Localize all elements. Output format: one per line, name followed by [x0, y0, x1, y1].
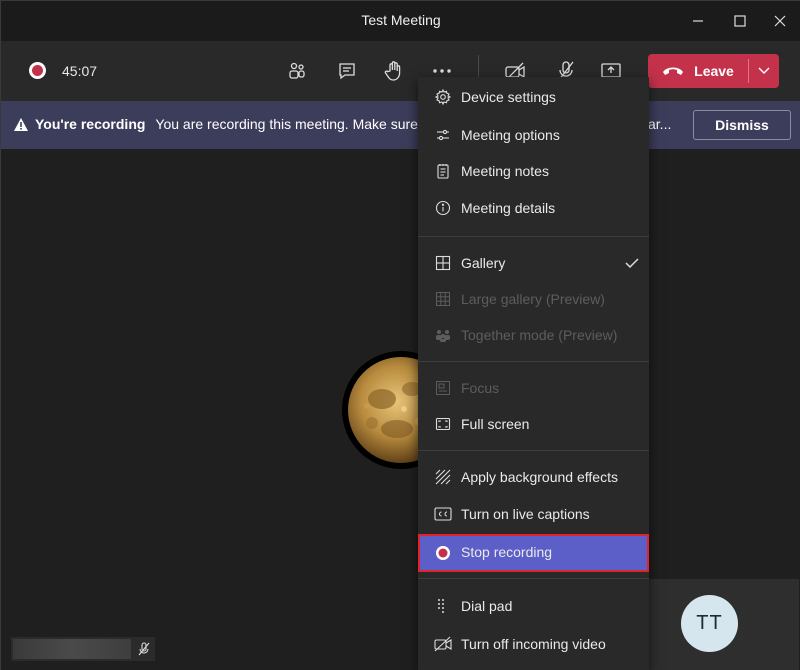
- menu-item-meeting-notes[interactable]: Meeting notes: [418, 153, 649, 189]
- video-stage: TT: [1, 149, 800, 670]
- leave-options-button[interactable]: [749, 54, 779, 88]
- chevron-down-icon: [758, 67, 770, 74]
- menu-item-label: Apply background effects: [461, 469, 618, 485]
- banner-text: You're recording You are recording this …: [13, 116, 426, 132]
- menu-item-meeting-options[interactable]: Meeting options: [418, 117, 649, 153]
- leave-button[interactable]: Leave: [648, 54, 748, 88]
- raise-hand-button[interactable]: [380, 57, 408, 85]
- chat-button[interactable]: [333, 57, 361, 85]
- sliders-icon: [434, 126, 452, 144]
- maximize-icon: [734, 15, 746, 27]
- notes-icon: [434, 162, 452, 180]
- menu-item-label: Meeting notes: [461, 163, 549, 179]
- menu-item-together-mode: Together mode (Preview): [418, 317, 649, 353]
- leave-label: Leave: [694, 63, 734, 79]
- menu-item-meeting-details[interactable]: Meeting details: [418, 190, 649, 226]
- minimize-icon: [693, 20, 703, 22]
- minimize-button[interactable]: [678, 1, 718, 41]
- banner-message: You are recording this meeting. Make sur…: [155, 116, 426, 132]
- self-avatar: TT: [681, 595, 738, 652]
- title-bar: Test Meeting: [1, 1, 800, 41]
- menu-item-stop-recording[interactable]: Stop recording: [418, 534, 649, 572]
- meeting-window: Test Meeting 45:07 Leave You're recordin…: [0, 0, 800, 670]
- menu-divider: [418, 361, 649, 362]
- menu-item-label: Full screen: [461, 416, 530, 432]
- large-grid-icon: [434, 290, 452, 308]
- close-button[interactable]: [760, 1, 800, 41]
- menu-item-label: Dial pad: [461, 598, 513, 614]
- menu-item-label: Gallery: [461, 255, 506, 271]
- menu-item-label: Focus: [461, 380, 500, 396]
- menu-item-incoming-video[interactable]: Turn off incoming video: [418, 626, 649, 662]
- people-icon: [289, 62, 305, 79]
- menu-item-label: Stop recording: [461, 544, 553, 560]
- menu-item-label: Meeting details: [461, 200, 556, 216]
- gear-icon: [434, 88, 452, 106]
- meeting-timer: 45:07: [62, 63, 98, 79]
- menu-item-large-gallery: Large gallery (Preview): [418, 281, 649, 317]
- more-actions-menu: Device settings Meeting options Meeting …: [418, 77, 649, 670]
- menu-item-label: Large gallery (Preview): [461, 291, 605, 307]
- participant-name-redacted: [13, 639, 131, 659]
- mic-off-icon: [138, 642, 150, 656]
- menu-item-gallery[interactable]: Gallery: [418, 245, 649, 281]
- more-icon: [433, 69, 451, 73]
- menu-item-background-effects[interactable]: Apply background effects: [418, 459, 649, 495]
- menu-item-label: Device settings: [461, 89, 556, 105]
- maximize-button[interactable]: [720, 1, 760, 41]
- recording-indicator-icon: [29, 62, 46, 79]
- recording-banner: You're recording You are recording this …: [1, 101, 800, 149]
- people-button[interactable]: [283, 57, 311, 85]
- meeting-toolbar: 45:07 Leave: [1, 41, 800, 101]
- menu-item-label: Turn on live captions: [461, 506, 590, 522]
- dialpad-icon: [434, 597, 452, 615]
- video-off-icon: [434, 635, 452, 653]
- menu-item-label: Meeting options: [461, 127, 560, 143]
- chat-icon: [339, 63, 355, 80]
- banner-message-tail: ar...: [648, 116, 672, 132]
- fullscreen-icon: [434, 415, 452, 433]
- info-icon: [434, 199, 452, 217]
- participant-namebar: [11, 637, 155, 661]
- focus-icon: [434, 379, 452, 397]
- close-icon: [774, 15, 786, 27]
- menu-item-label: Together mode (Preview): [461, 327, 618, 343]
- menu-item-live-captions[interactable]: Turn on live captions: [418, 496, 649, 532]
- menu-item-focus: Focus: [418, 370, 649, 406]
- record-icon: [434, 544, 452, 562]
- dismiss-button[interactable]: Dismiss: [693, 110, 791, 140]
- checkmark-icon: [625, 258, 639, 269]
- self-video-tile: TT: [649, 579, 799, 670]
- menu-item-dial-pad[interactable]: Dial pad: [418, 588, 649, 624]
- menu-item-label: Turn off incoming video: [461, 636, 606, 652]
- raise-hand-icon: [384, 61, 401, 81]
- menu-divider: [418, 578, 649, 579]
- participant-mic-status: [135, 640, 153, 658]
- captions-icon: [434, 505, 452, 523]
- menu-divider: [418, 236, 649, 237]
- menu-divider: [418, 450, 649, 451]
- phone-hangup-icon: [663, 67, 684, 75]
- warning-icon: [14, 117, 28, 131]
- grid-icon: [434, 254, 452, 272]
- background-effects-icon: [434, 468, 452, 486]
- banner-title: You're recording: [35, 116, 146, 132]
- menu-item-full-screen[interactable]: Full screen: [418, 406, 649, 442]
- menu-item-device-settings[interactable]: Device settings: [418, 79, 649, 115]
- leave-button-group: Leave: [648, 54, 779, 88]
- together-icon: [434, 326, 452, 344]
